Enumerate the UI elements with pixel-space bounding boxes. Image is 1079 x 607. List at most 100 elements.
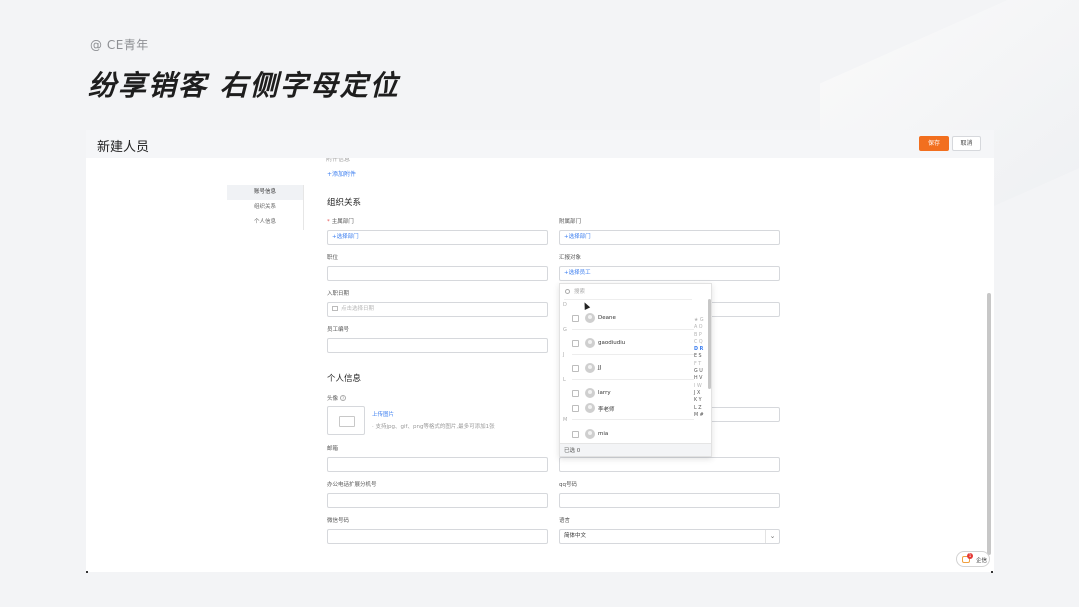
- image-placeholder-icon: [339, 416, 355, 427]
- right-input-row3[interactable]: [559, 457, 780, 472]
- search-icon: [565, 289, 570, 294]
- add-attachment-link[interactable]: +添加附件: [327, 169, 356, 178]
- sub-dept-label: 附属部门: [559, 219, 582, 225]
- wechat-input[interactable]: [327, 529, 548, 544]
- group-header-g: G: [563, 327, 567, 333]
- wechat-label: 微信号码: [327, 518, 350, 524]
- messenger-button[interactable]: 1 企信: [956, 551, 990, 567]
- mouse-cursor-icon: [581, 301, 591, 310]
- checkbox[interactable]: [572, 390, 579, 397]
- alpha-row[interactable]: K Y: [694, 397, 706, 404]
- avatar: [585, 403, 595, 413]
- crop-mark: [86, 571, 88, 573]
- alpha-row[interactable]: I W: [694, 383, 706, 390]
- section-title-personal: 个人信息: [327, 374, 362, 384]
- checkbox[interactable]: [572, 405, 579, 412]
- alpha-row[interactable]: ★ G: [694, 317, 706, 324]
- section-title-org: 组织关系: [327, 198, 362, 208]
- alpha-row[interactable]: B P: [694, 332, 706, 339]
- user-row-larry[interactable]: larry: [572, 387, 692, 399]
- divider: [572, 329, 694, 330]
- nav-item-account[interactable]: 账号信息: [227, 185, 304, 200]
- alpha-row[interactable]: H V: [694, 375, 706, 382]
- checkbox[interactable]: [572, 365, 579, 372]
- picker-search[interactable]: 搜索: [565, 287, 585, 295]
- avatar: [585, 313, 595, 323]
- messenger-label: 企信: [976, 558, 988, 564]
- alpha-row[interactable]: C Q: [694, 339, 706, 346]
- chevron-down-icon[interactable]: ⌄: [765, 530, 779, 543]
- alpha-row[interactable]: L Z: [694, 405, 706, 412]
- ext-input[interactable]: [327, 493, 548, 508]
- emp-no-input[interactable]: [327, 338, 548, 353]
- alphabet-index[interactable]: ★ G A O B P C Q D R E S F T G U H V I W …: [694, 317, 706, 419]
- user-row-jj[interactable]: JJ: [572, 362, 692, 374]
- checkbox[interactable]: [572, 431, 579, 438]
- divider: [572, 379, 694, 380]
- email-input[interactable]: [327, 457, 548, 472]
- user-row-mia[interactable]: mia: [572, 428, 692, 440]
- upload-image-link[interactable]: 上传图片: [372, 410, 394, 418]
- lang-select[interactable]: 简体中文 ⌄: [559, 529, 780, 544]
- section-nav: 账号信息 组织关系 个人信息: [227, 185, 304, 230]
- user-row-lilaoshi[interactable]: 李老师: [572, 402, 692, 414]
- required-mark: *: [327, 219, 330, 225]
- avatar: [585, 363, 595, 373]
- help-icon[interactable]: ?: [340, 395, 347, 401]
- avatar-uploader[interactable]: [327, 406, 365, 435]
- window-scrollbar[interactable]: [987, 293, 991, 555]
- divider: [564, 299, 692, 300]
- group-header-l: L: [563, 377, 566, 383]
- join-date-label: 入职日期: [327, 291, 350, 297]
- alpha-row[interactable]: A O: [694, 324, 706, 331]
- group-header-m: M: [563, 417, 568, 423]
- main-dept-label: * 主属部门: [327, 219, 354, 225]
- user-row-gaodiudiu[interactable]: gaodiudiu: [572, 337, 692, 349]
- nav-item-personal[interactable]: 个人信息: [227, 215, 304, 230]
- calendar-icon: [332, 306, 338, 311]
- qq-label: qq号码: [559, 482, 577, 488]
- upload-hint: · 支持jpg、gif、png等格式的图片,最多可添加1张: [372, 424, 495, 430]
- main-dept-select[interactable]: +选择部门: [327, 230, 548, 245]
- avatar-label: 头像?: [327, 395, 347, 402]
- group-header-j: J: [563, 352, 565, 358]
- checkbox[interactable]: [572, 315, 579, 322]
- lang-label: 语言: [559, 518, 571, 524]
- dropdown-scrollbar[interactable]: [708, 299, 711, 389]
- join-date-picker[interactable]: 点击选择日期: [327, 302, 548, 317]
- cut-off-field-label: 附件信息: [326, 158, 351, 163]
- report-label: 汇报对象: [559, 255, 582, 261]
- crop-mark: [991, 571, 993, 573]
- save-button[interactable]: 保存: [919, 136, 949, 151]
- emp-no-label: 员工编号: [327, 327, 350, 333]
- alpha-row-active[interactable]: D R: [694, 346, 706, 353]
- position-input[interactable]: [327, 266, 548, 281]
- divider: [572, 354, 694, 355]
- position-label: 职位: [327, 255, 339, 261]
- cancel-button[interactable]: 取消: [952, 136, 981, 151]
- divider: [572, 419, 694, 420]
- email-label: 邮箱: [327, 446, 339, 452]
- alpha-row[interactable]: G U: [694, 368, 706, 375]
- alpha-row[interactable]: J X: [694, 390, 706, 397]
- ext-label: 办公电话扩展分机号: [327, 482, 377, 488]
- window-title: 新建人员: [97, 140, 150, 155]
- alpha-row[interactable]: E S: [694, 353, 706, 360]
- group-header-d: D: [563, 302, 567, 308]
- user-row-deane[interactable]: Deane: [572, 312, 692, 324]
- avatar: [585, 338, 595, 348]
- page-headline: 纷享销客 右侧字母定位: [88, 69, 400, 102]
- report-select[interactable]: +选择员工: [559, 266, 780, 281]
- app-window: 新建人员 保存 取消 附件信息 +添加附件 账号信息 组织关系 个人信息 组织关…: [86, 130, 994, 572]
- selected-count: 已选 0: [560, 443, 711, 456]
- sub-dept-select[interactable]: +选择部门: [559, 230, 780, 245]
- notification-badge: 1: [967, 553, 973, 559]
- avatar: [585, 388, 595, 398]
- employee-picker-dropdown: 搜索 D Deane G gaodiudiu J JJ L larry 李老师 …: [559, 283, 712, 457]
- alpha-row[interactable]: M #: [694, 412, 706, 419]
- checkbox[interactable]: [572, 340, 579, 347]
- brand-tag: @ CE青年: [90, 38, 149, 52]
- qq-input[interactable]: [559, 493, 780, 508]
- nav-item-org[interactable]: 组织关系: [227, 200, 304, 215]
- alpha-row[interactable]: F T: [694, 361, 706, 368]
